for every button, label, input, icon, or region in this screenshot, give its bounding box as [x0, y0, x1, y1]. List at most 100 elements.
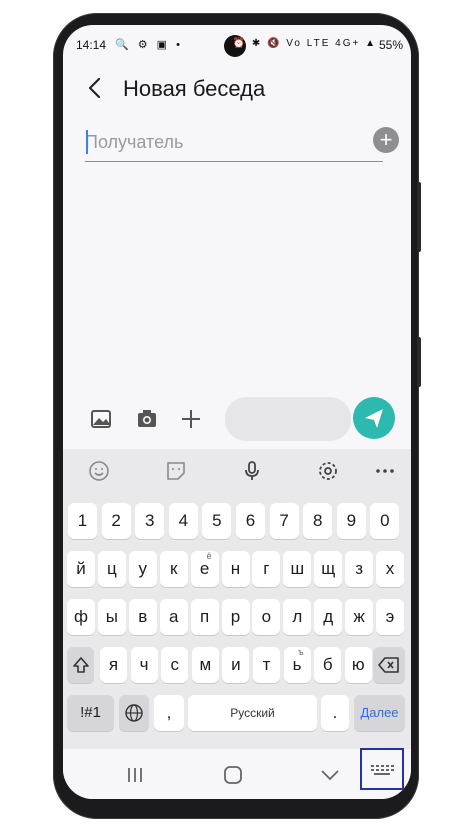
key-й[interactable]: й: [67, 551, 95, 587]
key-в[interactable]: в: [128, 599, 157, 635]
key-к[interactable]: к: [159, 551, 188, 587]
key-я[interactable]: я: [100, 647, 127, 683]
key-label: 1: [77, 511, 88, 530]
key-ч[interactable]: ч: [130, 647, 158, 683]
key-4[interactable]: 4: [168, 503, 198, 539]
compose-bar: [63, 397, 411, 443]
recipient-input[interactable]: [85, 127, 345, 157]
next-key[interactable]: Далее: [354, 695, 405, 731]
text-cursor: [86, 130, 88, 154]
emoji-icon[interactable]: [87, 459, 111, 483]
key-т[interactable]: т: [253, 647, 280, 683]
key-label: ы: [105, 607, 118, 626]
key-щ[interactable]: щ: [314, 551, 343, 587]
key-label: у: [138, 559, 148, 578]
key-label: ю: [351, 655, 365, 674]
key-label: о: [261, 607, 272, 626]
key-а[interactable]: а: [159, 599, 188, 635]
comma-key[interactable]: ,: [154, 695, 184, 731]
symbols-key[interactable]: !#1: [67, 695, 114, 731]
backspace-key[interactable]: [373, 647, 405, 683]
period-key[interactable]: .: [321, 695, 349, 731]
key-0[interactable]: 0: [370, 503, 400, 539]
key-л[interactable]: л: [283, 599, 312, 635]
back-arrow-icon[interactable]: [85, 73, 105, 109]
key-label: б: [322, 655, 333, 674]
key-д[interactable]: д: [314, 599, 343, 635]
keyboard-row-1: й ц у кеёнгшщзх: [67, 551, 407, 591]
key-1[interactable]: 1: [68, 503, 97, 539]
key-6[interactable]: 6: [236, 503, 265, 539]
mic-icon[interactable]: [240, 459, 264, 483]
key-label: к: [169, 559, 178, 578]
key-у[interactable]: у: [128, 551, 157, 587]
key-label: й: [76, 559, 86, 578]
home-icon[interactable]: [221, 763, 245, 787]
key-е[interactable]: её: [190, 551, 219, 587]
key-г[interactable]: г: [252, 551, 281, 587]
key-label: ф: [74, 607, 88, 626]
key-label: л: [292, 607, 303, 626]
key-label: р: [230, 607, 241, 626]
key-м[interactable]: м: [191, 647, 219, 683]
key-7[interactable]: 7: [269, 503, 299, 539]
recent-apps-icon[interactable]: [123, 763, 147, 787]
key-8[interactable]: 8: [303, 503, 333, 539]
key-2[interactable]: 2: [101, 503, 131, 539]
key-label: х: [385, 559, 395, 578]
key-label: 3: [144, 511, 155, 530]
key-9[interactable]: 9: [336, 503, 366, 539]
key-п[interactable]: п: [190, 599, 219, 635]
key-3[interactable]: 3: [135, 503, 165, 539]
status-battery: 55%: [378, 38, 403, 52]
key-р[interactable]: р: [221, 599, 250, 635]
key-ф[interactable]: ф: [67, 599, 95, 635]
key-с[interactable]: с: [161, 647, 189, 683]
key-э[interactable]: э: [376, 599, 404, 635]
key-и[interactable]: и: [222, 647, 250, 683]
key-5[interactable]: 5: [202, 503, 232, 539]
key-label: ч: [139, 655, 149, 674]
plus-icon[interactable]: [179, 407, 203, 431]
key-ш[interactable]: ш: [283, 551, 312, 587]
navigation-bar: [63, 748, 411, 799]
key-ю[interactable]: ю: [344, 647, 372, 683]
key-label: 6: [245, 511, 256, 530]
sticker-icon[interactable]: [164, 459, 188, 483]
key-о[interactable]: о: [252, 599, 281, 635]
key-label: э: [385, 607, 395, 626]
key-ь[interactable]: ьъ: [283, 647, 311, 683]
key-б[interactable]: б: [314, 647, 342, 683]
status-time: 14:14: [76, 38, 107, 52]
key-ж[interactable]: ж: [345, 599, 374, 635]
keyboard-toggle-button[interactable]: [360, 748, 404, 790]
key-ы[interactable]: ы: [97, 599, 126, 635]
status-notification-icons: 🔍 ⚙ ▣ •: [115, 39, 183, 51]
keyboard-row-2: фы в а п р о л дж э: [67, 599, 407, 639]
language-globe-icon[interactable]: [119, 695, 149, 731]
send-button[interactable]: [353, 397, 395, 439]
key-label: 0: [380, 511, 390, 530]
recipient-field: +: [85, 125, 399, 162]
key-label: 8: [312, 511, 323, 530]
key-х[interactable]: х: [376, 551, 404, 587]
key-label: ш: [290, 559, 305, 578]
key-н[interactable]: н: [221, 551, 250, 587]
camera-icon[interactable]: [135, 407, 159, 431]
header: Новая беседа: [63, 69, 411, 113]
gallery-icon[interactable]: [89, 407, 113, 431]
settings-icon[interactable]: [316, 459, 340, 483]
key-label: м: [199, 655, 212, 674]
key-label: ц: [107, 559, 117, 578]
power-button: [417, 337, 421, 387]
key-ц[interactable]: ц: [97, 551, 126, 587]
add-contact-icon[interactable]: +: [373, 127, 399, 153]
message-input[interactable]: [225, 397, 351, 441]
shift-key[interactable]: [67, 647, 94, 683]
space-key[interactable]: Русский: [188, 695, 317, 731]
key-label: д: [323, 607, 334, 626]
key-з[interactable]: з: [345, 551, 374, 587]
back-nav-icon[interactable]: [318, 763, 342, 787]
key-label: 4: [178, 511, 189, 530]
more-icon[interactable]: [373, 459, 397, 483]
